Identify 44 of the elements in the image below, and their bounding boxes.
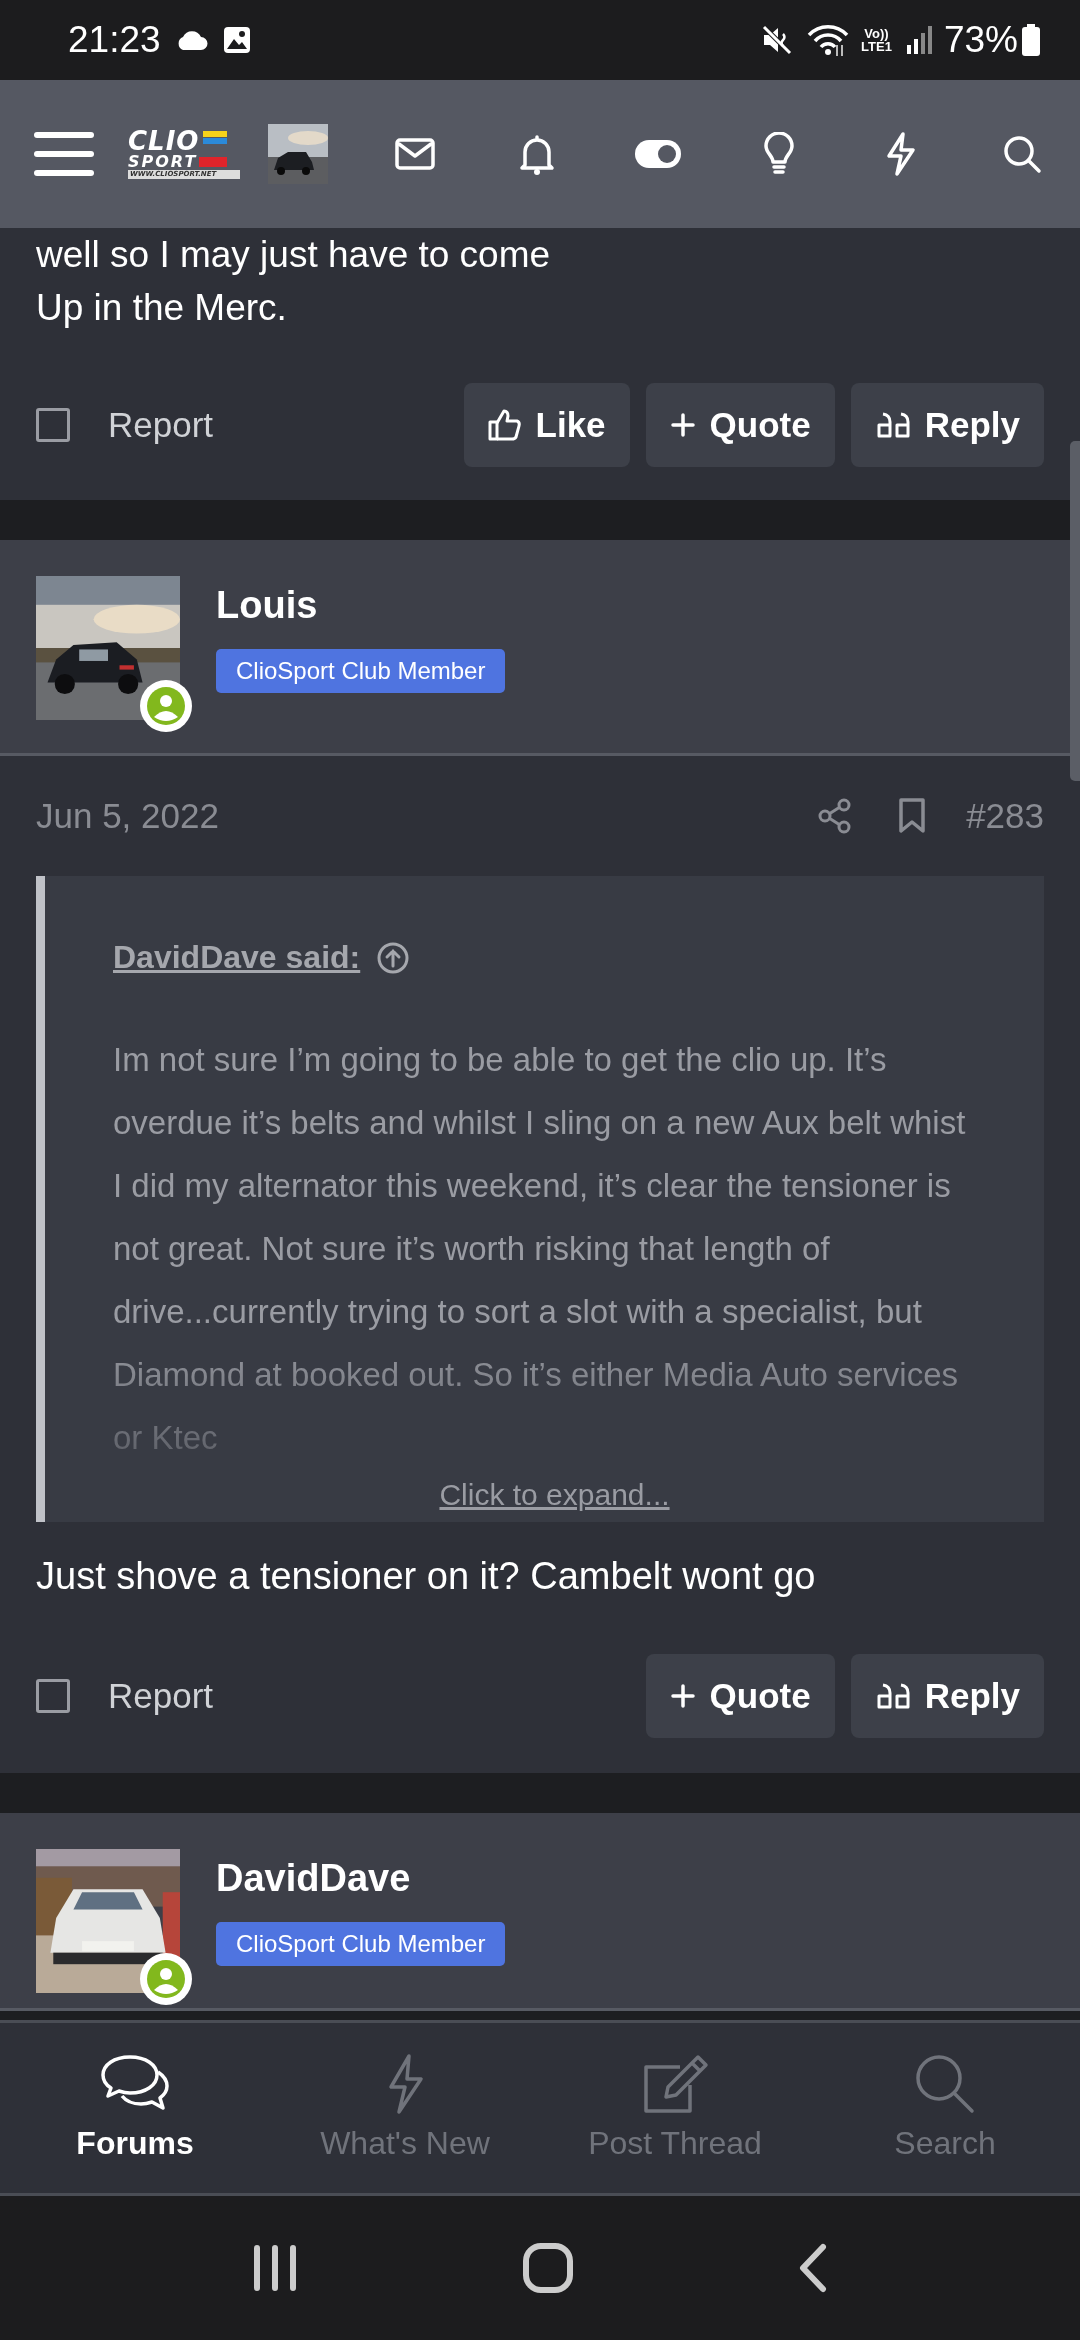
home-button[interactable] [522, 2242, 574, 2294]
post-date[interactable]: Jun 5, 2022 [36, 796, 219, 836]
thumbs-up-icon [487, 408, 522, 442]
online-status-icon [140, 1953, 192, 2005]
wifi-icon [807, 23, 850, 57]
author-name[interactable]: Louis [216, 584, 318, 627]
image-icon [222, 26, 251, 54]
quote-button[interactable]: Quote [645, 383, 835, 467]
signal-icon [905, 25, 934, 55]
bookmark-icon[interactable] [898, 798, 927, 834]
network-label: Vo)) [863, 27, 890, 40]
post-number[interactable]: #283 [966, 796, 1044, 836]
plus-icon [669, 412, 696, 438]
share-icon[interactable] [818, 798, 853, 834]
arrow-up-circle-icon[interactable] [376, 940, 411, 975]
post-text: Just shove a tensioner on it? Cambelt wont go [35, 1554, 817, 1599]
expand-link[interactable]: Click to expand... [439, 1478, 670, 1511]
nav-tab[interactable]: Forums [0, 2023, 270, 2193]
online-status-icon [140, 680, 192, 732]
clock: 21:23 [68, 19, 161, 61]
plus-icon [669, 1683, 696, 1709]
like-button[interactable]: Like [463, 383, 630, 467]
user-avatar[interactable] [268, 124, 328, 184]
author-name[interactable]: DavidDave [216, 1857, 411, 1900]
battery-level: 73% [943, 19, 1018, 61]
battery-icon [1022, 24, 1040, 56]
post-text: well so I may just have to come [36, 233, 551, 277]
reply-button[interactable]: Reply [850, 1654, 1044, 1738]
report-link[interactable]: Report [108, 405, 214, 445]
network-label: LTE1 [861, 40, 892, 53]
quote-button[interactable]: Quote [645, 1654, 835, 1738]
recent-apps-button[interactable] [252, 2244, 298, 2292]
checkbox[interactable] [36, 1679, 70, 1713]
report-link[interactable]: Report [108, 1676, 214, 1716]
member-badge: ClioSport Club Member [216, 649, 506, 693]
back-button[interactable] [798, 2243, 828, 2293]
scrollbar[interactable] [1070, 441, 1080, 781]
search-icon [914, 2053, 976, 2115]
post-text: Up in the Merc. [36, 286, 287, 330]
quote-author-link[interactable]: DavidDave said: [113, 939, 361, 976]
reply-button[interactable]: Reply [850, 383, 1044, 467]
mute-icon [761, 24, 794, 56]
checkbox[interactable] [36, 408, 70, 442]
member-badge: ClioSport Club Member [216, 1922, 506, 1966]
